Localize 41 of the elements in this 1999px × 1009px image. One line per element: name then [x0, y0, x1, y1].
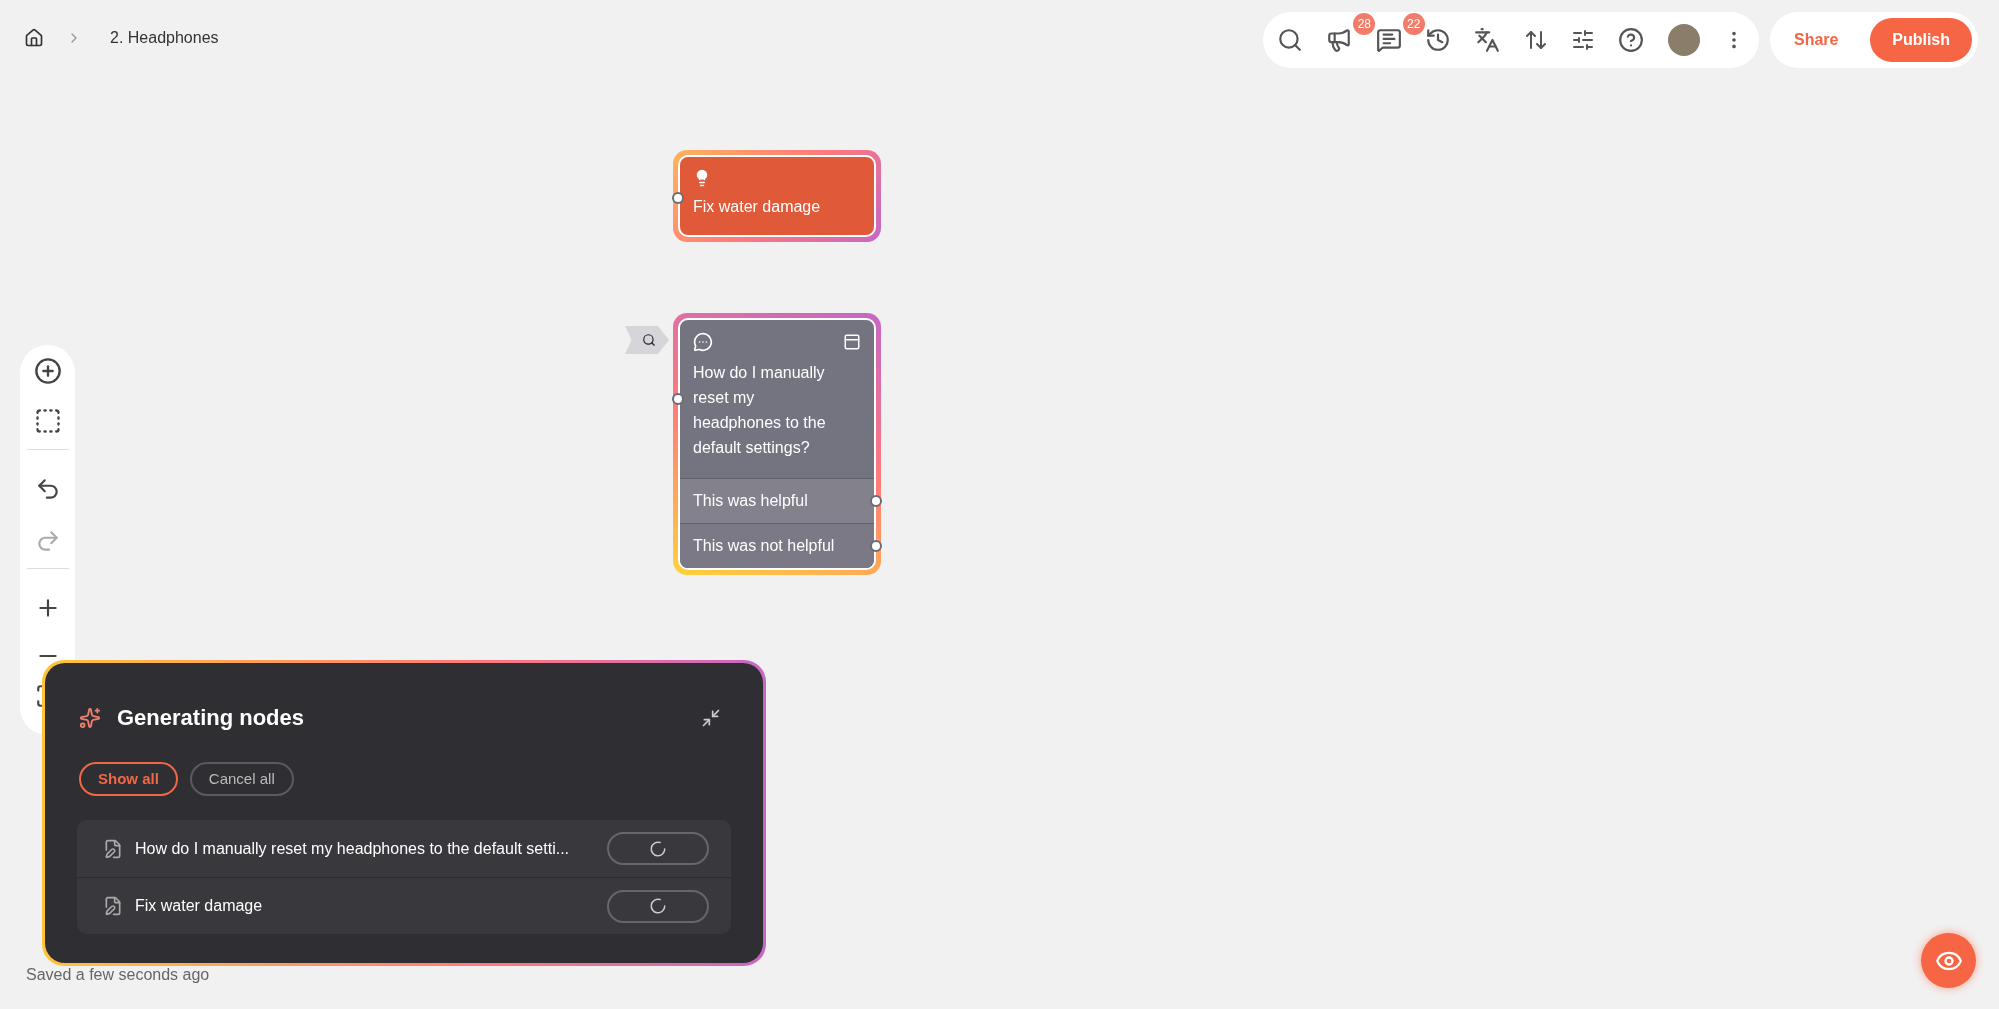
- choice-row[interactable]: This was not helpful: [680, 523, 874, 568]
- save-status: Saved a few seconds ago: [26, 965, 210, 985]
- history-icon[interactable]: [1425, 27, 1451, 53]
- panel-button[interactable]: Show all: [79, 762, 178, 796]
- breadcrumb-current[interactable]: 2. Headphones: [110, 26, 219, 50]
- comment-icon[interactable]: [1375, 27, 1402, 53]
- panel-button[interactable]: Cancel all: [189, 762, 294, 796]
- up-down-arrows-icon[interactable]: [1523, 28, 1548, 52]
- preview-button[interactable]: [1921, 933, 1976, 988]
- translate-icon[interactable]: [1474, 27, 1501, 53]
- generating-item-text: Fix water damage: [135, 896, 264, 916]
- share-button[interactable]: Share: [1794, 28, 1839, 52]
- search-tag[interactable]: [625, 326, 669, 354]
- select-area-icon[interactable]: [33, 407, 62, 435]
- loading-spinner-icon: [649, 839, 667, 858]
- collapse-icon[interactable]: [701, 707, 721, 728]
- search-icon[interactable]: [1277, 27, 1303, 53]
- add-node-icon[interactable]: [33, 357, 62, 385]
- help-icon[interactable]: [1618, 27, 1645, 53]
- node-title: Fix water damage: [693, 197, 822, 217]
- count-badge: 22: [1402, 13, 1425, 35]
- window-icon: [843, 333, 861, 351]
- connection-handle[interactable]: [672, 192, 684, 204]
- sliders-icon[interactable]: [1570, 28, 1595, 52]
- sparkle-icon: [79, 706, 101, 729]
- avatar[interactable]: [1667, 24, 1700, 56]
- search-icon: [642, 333, 656, 347]
- node-title: How do I manually reset my headphones to the default settings?: [693, 363, 827, 458]
- connection-handle[interactable]: [672, 393, 684, 405]
- publish-button[interactable]: Publish: [1870, 18, 1972, 62]
- document-edit-icon: [103, 896, 123, 916]
- loading-spinner-icon: [649, 897, 667, 915]
- count-badge: 28: [1353, 13, 1376, 35]
- megaphone-icon[interactable]: [1326, 27, 1353, 53]
- panel-title: Generating nodes: [117, 704, 305, 732]
- choice-row[interactable]: This was helpful: [680, 478, 874, 523]
- chat-bubble-icon: [693, 332, 713, 352]
- document-edit-icon: [103, 838, 123, 859]
- generating-item-text: How do I manually reset my headphones to the default setti...: [135, 838, 571, 859]
- idea-node[interactable]: Fix water damage: [673, 150, 881, 242]
- home-icon[interactable]: [24, 28, 44, 48]
